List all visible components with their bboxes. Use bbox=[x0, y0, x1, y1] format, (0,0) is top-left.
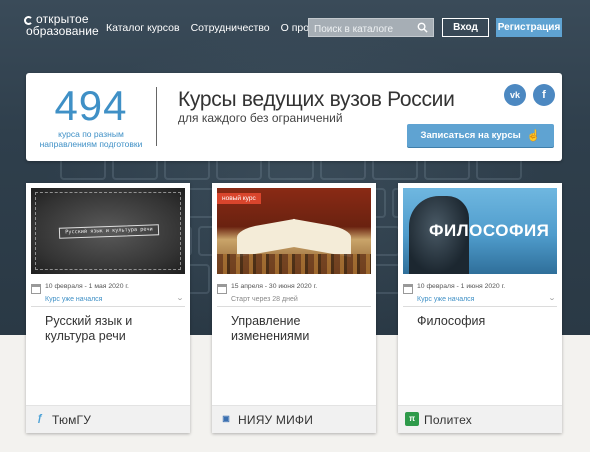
logo-line-2: образование bbox=[26, 24, 99, 38]
calendar-icon bbox=[31, 284, 41, 294]
university-name[interactable]: ТюмГУ bbox=[52, 413, 91, 427]
course-dates: 10 февраля - 1 мая 2020 г. bbox=[45, 283, 129, 290]
course-count-caption-line-1: курса по разным bbox=[58, 129, 124, 139]
search-box bbox=[308, 18, 434, 38]
chevron-down-icon[interactable]: ⌄ bbox=[176, 294, 184, 302]
course-status: Старт через 28 дней bbox=[231, 296, 298, 303]
logo-ring-icon bbox=[24, 16, 33, 25]
course-status: Курс уже начался bbox=[45, 296, 103, 303]
book-page-left bbox=[237, 218, 295, 258]
thumbnail-caption: ФИЛОСОФИЯ bbox=[429, 221, 550, 240]
enroll-button-label: Записаться на курсы bbox=[420, 130, 521, 141]
course-dates-row: 15 апреля - 30 июня 2020 г. Старт через … bbox=[217, 281, 371, 307]
tyumgu-logo-icon: ƒ bbox=[37, 413, 43, 424]
course-card-change-management[interactable]: новый курс 15 апреля - 30 июня 2020 г. С… bbox=[212, 183, 376, 433]
university-footer: ▣ НИЯУ МИФИ bbox=[212, 405, 376, 433]
course-thumbnail: Русский язык и культура речи bbox=[31, 188, 185, 274]
course-thumbnail: ФИЛОСОФИЯ bbox=[403, 188, 557, 274]
course-title[interactable]: Философия bbox=[417, 314, 547, 329]
calendar-icon bbox=[403, 284, 413, 294]
course-count: 494 bbox=[54, 82, 128, 129]
course-dates-row: 10 февраля - 1 июня 2020 г. Курс уже нач… bbox=[403, 281, 557, 307]
new-course-badge: новый курс bbox=[217, 193, 261, 204]
course-dates: 15 апреля - 30 июня 2020 г. bbox=[231, 283, 318, 290]
nav-catalog-link[interactable]: Каталог курсов bbox=[106, 22, 180, 34]
calendar-icon bbox=[217, 284, 227, 294]
login-button[interactable]: Вход bbox=[442, 18, 489, 37]
facebook-icon[interactable]: f bbox=[533, 84, 555, 106]
chevron-down-icon[interactable]: ⌄ bbox=[548, 294, 556, 302]
promo-banner: 494 курса по разным направлениям подгото… bbox=[26, 73, 562, 161]
book-page-right bbox=[293, 218, 351, 258]
top-header: открытое образование Каталог курсов Сотр… bbox=[0, 0, 590, 56]
university-footer: ƒ ТюмГУ bbox=[26, 405, 190, 433]
university-name[interactable]: Политех bbox=[424, 413, 472, 427]
course-thumbnail: новый курс bbox=[217, 188, 371, 274]
pointer-hand-icon: ☝ bbox=[526, 130, 541, 142]
vk-icon[interactable]: vk bbox=[504, 84, 526, 106]
polytech-logo-icon: π bbox=[405, 412, 419, 426]
course-title[interactable]: Русский язык и культура речи bbox=[45, 314, 175, 344]
book-stack bbox=[217, 254, 371, 274]
course-dates: 10 февраля - 1 июня 2020 г. bbox=[417, 283, 506, 290]
course-title[interactable]: Управление изменениями bbox=[231, 314, 361, 344]
course-count-caption-line-2: направлениям подготовки bbox=[39, 139, 143, 149]
course-card-philosophy[interactable]: ФИЛОСОФИЯ 10 февраля - 1 июня 2020 г. Ку… bbox=[398, 183, 562, 433]
promo-subtitle: для каждого без ограничений bbox=[178, 111, 343, 125]
mephi-logo-icon: ▣ bbox=[222, 414, 230, 423]
university-footer: π Политех bbox=[398, 405, 562, 433]
register-button[interactable]: Регистрация bbox=[496, 18, 562, 37]
promo-divider bbox=[156, 87, 157, 146]
course-status: Курс уже начался bbox=[417, 296, 475, 303]
nav-cooperation-link[interactable]: Сотрудничество bbox=[191, 22, 270, 34]
enroll-button[interactable]: Записаться на курсы ☝ bbox=[407, 124, 554, 147]
promo-title: Курсы ведущих вузов России bbox=[178, 88, 455, 111]
site-logo[interactable]: открытое образование bbox=[24, 13, 99, 38]
main-nav: Каталог курсов Сотрудничество О проекте bbox=[106, 22, 341, 34]
course-count-caption: курса по разным направлениям подготовки bbox=[26, 129, 156, 149]
course-dates-row: 10 февраля - 1 мая 2020 г. Курс уже нача… bbox=[31, 281, 185, 307]
search-input[interactable] bbox=[309, 21, 413, 38]
search-icon[interactable] bbox=[417, 22, 428, 33]
university-name[interactable]: НИЯУ МИФИ bbox=[238, 413, 313, 427]
course-card-russian[interactable]: Русский язык и культура речи 10 февраля … bbox=[26, 183, 190, 433]
